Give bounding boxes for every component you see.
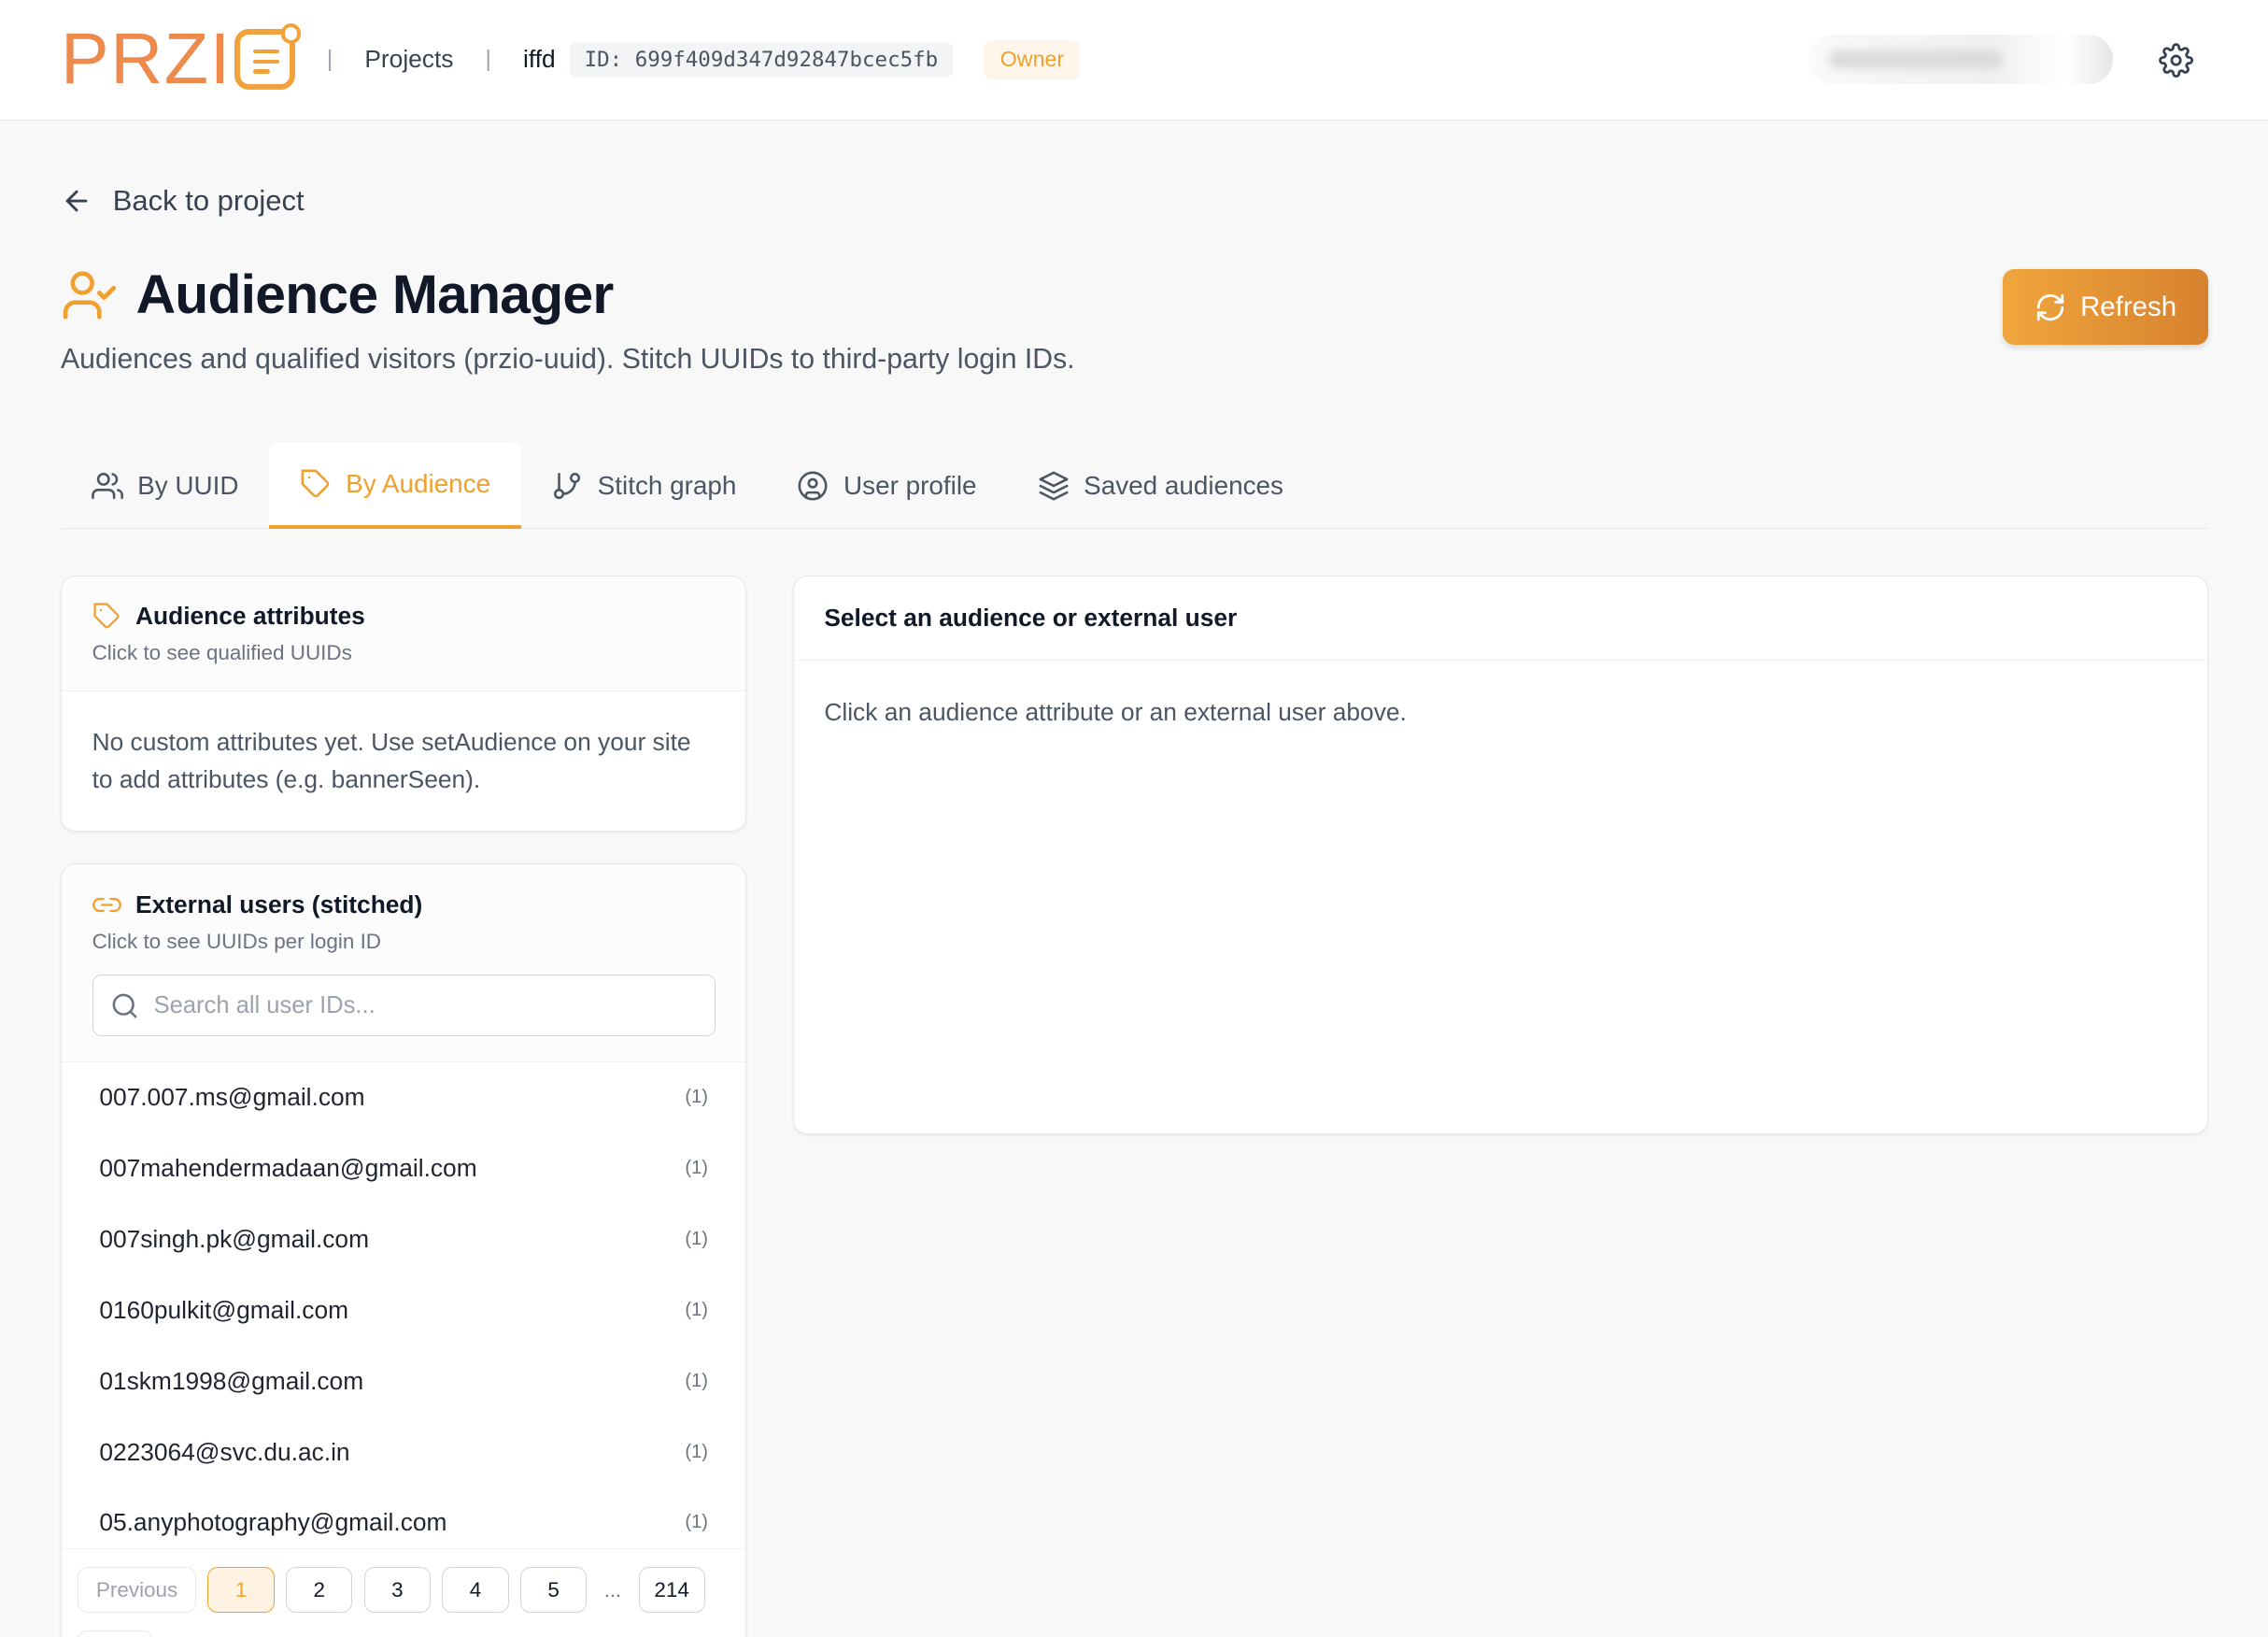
refresh-button[interactable]: Refresh bbox=[2002, 269, 2208, 345]
card-title: External users (stitched) bbox=[135, 890, 423, 919]
search-box bbox=[92, 974, 716, 1037]
tag-icon bbox=[301, 469, 329, 497]
tab-label: Stitch graph bbox=[597, 470, 737, 500]
role-badge: Owner bbox=[984, 39, 1081, 80]
tab-label: By Audience bbox=[346, 468, 491, 498]
logo-text: PRZI bbox=[61, 19, 232, 100]
pagination: Previous 1 2 3 4 5 ... 214 bbox=[62, 1548, 746, 1630]
next-page-button[interactable] bbox=[78, 1630, 153, 1637]
user-check-icon bbox=[63, 271, 117, 320]
gear-icon[interactable] bbox=[2159, 43, 2194, 78]
users-icon bbox=[91, 472, 123, 499]
list-item[interactable]: 05.anyphotography@gmail.com (1) bbox=[62, 1488, 745, 1548]
page-2-button[interactable]: 2 bbox=[286, 1566, 353, 1614]
arrow-left-icon bbox=[65, 190, 88, 212]
divider: | bbox=[485, 46, 491, 72]
list-item[interactable]: 0223064@svc.du.ac.in (1) bbox=[62, 1416, 745, 1488]
tab-label: Saved audiences bbox=[1084, 470, 1283, 500]
page-title: Audience Manager bbox=[135, 264, 615, 326]
tab-by-audience[interactable]: By Audience bbox=[269, 442, 521, 530]
list-item[interactable]: 007mahendermadaan@gmail.com (1) bbox=[62, 1133, 745, 1204]
user-menu[interactable] bbox=[1808, 35, 2113, 84]
list-item[interactable]: 007singh.pk@gmail.com (1) bbox=[62, 1203, 745, 1274]
branch-icon bbox=[554, 472, 581, 499]
user-circle-icon bbox=[799, 471, 828, 501]
page-subtitle: Audiences and qualified visitors (przio-… bbox=[61, 343, 1075, 375]
attributes-empty-text: No custom attributes yet. Use setAudienc… bbox=[92, 727, 691, 794]
main-content: Back to project Audience Manager Audienc… bbox=[0, 184, 2268, 1637]
back-link-label: Back to project bbox=[112, 183, 305, 217]
projects-link[interactable]: Projects bbox=[364, 45, 453, 74]
back-to-project-link[interactable]: Back to project bbox=[61, 184, 2208, 218]
divider: | bbox=[326, 46, 333, 72]
tab-bar: By UUID By Audience Stitch graph User pr… bbox=[61, 442, 2208, 530]
page-5-button[interactable]: 5 bbox=[520, 1566, 588, 1614]
tab-label: User profile bbox=[843, 470, 977, 500]
external-users-card: External users (stitched) Click to see U… bbox=[61, 863, 747, 1637]
page-4-button[interactable]: 4 bbox=[442, 1566, 509, 1614]
tab-saved-audiences[interactable]: Saved audiences bbox=[1007, 442, 1313, 529]
card-subtitle: Click to see UUIDs per login ID bbox=[92, 930, 382, 954]
page-3-button[interactable]: 3 bbox=[363, 1566, 432, 1614]
przio-logo[interactable]: PRZI bbox=[61, 19, 302, 100]
list-item[interactable]: 007.007.ms@gmail.com (1) bbox=[62, 1062, 745, 1133]
pagination-ellipsis: ... bbox=[603, 1577, 621, 1601]
card-subtitle: Click to see qualified UUIDs bbox=[92, 641, 352, 665]
search-icon bbox=[112, 993, 137, 1018]
previous-page-button[interactable]: Previous bbox=[78, 1566, 197, 1614]
layers-icon bbox=[1039, 471, 1069, 501]
last-page-button[interactable]: 214 bbox=[638, 1566, 705, 1614]
project-name: iffd bbox=[523, 45, 556, 74]
detail-empty-text: Click an audience attribute or an extern… bbox=[824, 697, 1407, 726]
tab-label: By UUID bbox=[137, 470, 239, 500]
audience-attributes-card: Audience attributes Click to see qualifi… bbox=[61, 575, 747, 833]
detail-title: Select an audience or external user bbox=[824, 604, 1238, 633]
search-input[interactable] bbox=[153, 991, 675, 1019]
link-icon bbox=[92, 898, 121, 913]
list-item[interactable]: 01skm1998@gmail.com (1) bbox=[62, 1345, 745, 1416]
tab-stitch-graph[interactable]: Stitch graph bbox=[521, 442, 767, 529]
project-id: ID: 699f409d347d92847bcec5fb bbox=[570, 41, 953, 78]
tab-user-profile[interactable]: User profile bbox=[767, 442, 1007, 529]
tag-icon bbox=[92, 603, 120, 629]
card-title: Audience attributes bbox=[135, 602, 365, 631]
page-1-button[interactable]: 1 bbox=[207, 1566, 275, 1614]
logo-mark-icon bbox=[234, 22, 302, 91]
top-bar: PRZI | Projects | iffd ID: 699f409d347d9… bbox=[0, 0, 2268, 121]
detail-card: Select an audience or external user Clic… bbox=[792, 575, 2208, 1134]
list-item[interactable]: 0160pulkit@gmail.com (1) bbox=[62, 1274, 745, 1345]
refresh-icon bbox=[2036, 293, 2063, 320]
external-users-list: 007.007.ms@gmail.com (1) 007mahendermadaa… bbox=[62, 1062, 745, 1548]
tab-by-uuid[interactable]: By UUID bbox=[61, 442, 269, 529]
refresh-label: Refresh bbox=[2080, 291, 2177, 322]
